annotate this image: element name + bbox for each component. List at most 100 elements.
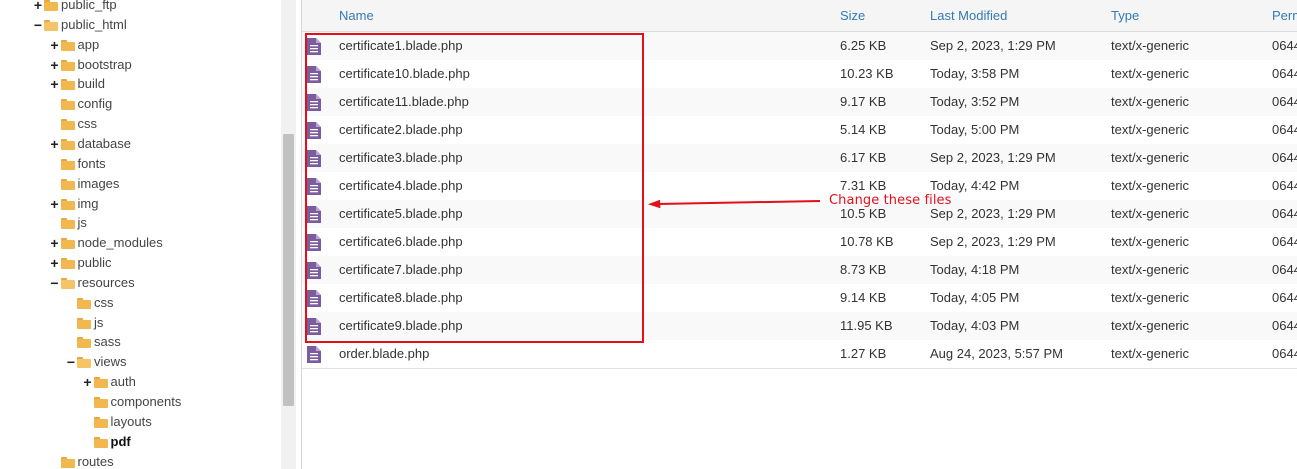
file-type: text/x-generic xyxy=(1111,234,1190,249)
file-permissions: 0644 xyxy=(1272,38,1297,53)
file-last-modified: Today, 3:52 PM xyxy=(930,94,1020,109)
table-header: Name Size Last Modified Type Permissions xyxy=(302,0,1297,32)
tree-item-database[interactable]: + database xyxy=(50,135,132,153)
tree-item-fonts[interactable]: fonts xyxy=(50,155,106,173)
tree-item-public-html[interactable]: − public_html xyxy=(33,16,127,34)
folder-icon xyxy=(60,178,75,190)
file-type: text/x-generic xyxy=(1111,38,1190,53)
annotation-label: Change these files xyxy=(829,193,952,208)
folder-open-icon xyxy=(77,357,91,369)
file-last-modified: Sep 2, 2023, 1:29 PM xyxy=(930,150,1056,165)
folder-icon xyxy=(60,59,75,71)
tree-item-label: database xyxy=(77,135,132,151)
file-last-modified: Today, 5:00 PM xyxy=(930,122,1020,137)
tree-item-label: js xyxy=(94,314,104,330)
folder-open-icon xyxy=(60,277,75,289)
expand-icon[interactable]: + xyxy=(50,195,60,213)
tree-item-css[interactable]: css xyxy=(66,294,114,312)
tree-item-resources[interactable]: − resources xyxy=(50,274,135,292)
collapse-icon[interactable]: − xyxy=(50,274,60,292)
file-last-modified: Today, 3:58 PM xyxy=(930,66,1020,81)
tree-item-sass[interactable]: sass xyxy=(66,333,121,351)
tree-item-css[interactable]: css xyxy=(50,115,97,133)
expand-icon[interactable]: + xyxy=(50,75,60,93)
folder-icon xyxy=(77,297,91,309)
tree-item-pdf[interactable]: pdf xyxy=(83,433,131,451)
column-header-permissions[interactable]: Permissions xyxy=(1272,0,1297,31)
tree-item-config[interactable]: config xyxy=(50,95,112,113)
file-permissions: 0644 xyxy=(1272,122,1297,137)
expand-icon[interactable]: + xyxy=(50,254,60,272)
expand-icon[interactable]: + xyxy=(83,373,93,391)
tree-item-bootstrap[interactable]: + bootstrap xyxy=(50,56,131,74)
expand-icon[interactable]: + xyxy=(50,56,60,74)
file-size: 10.78 KB xyxy=(840,234,894,249)
tree-item-label: images xyxy=(77,175,120,191)
file-manager: + public_ftp − public_html + app + bootstrap + bu… xyxy=(0,0,1297,469)
collapse-icon[interactable]: − xyxy=(66,353,76,371)
tree-item-label: img xyxy=(77,195,99,211)
file-type: text/x-generic xyxy=(1111,122,1190,137)
folder-icon xyxy=(60,39,75,51)
tree-item-routes[interactable]: routes xyxy=(50,453,114,469)
tree-item-label: resources xyxy=(77,274,135,290)
folder-icon xyxy=(93,377,108,389)
column-header-type[interactable]: Type xyxy=(1111,0,1139,31)
folder-icon xyxy=(93,416,108,428)
expand-icon[interactable]: + xyxy=(50,36,60,54)
tree-scrollbar[interactable] xyxy=(281,0,296,469)
tree-item-images[interactable]: images xyxy=(50,175,120,193)
file-permissions: 0644 xyxy=(1272,178,1297,193)
tree-scroll-thumb[interactable] xyxy=(283,134,294,406)
column-header-name[interactable]: Name xyxy=(339,0,374,31)
tree-item-label: css xyxy=(94,294,114,310)
tree-item-label: public_ftp xyxy=(61,0,117,12)
table-row[interactable]: order.blade.php 1.27 KB Aug 24, 2023, 5:57… xyxy=(302,340,1297,369)
folder-icon xyxy=(60,258,75,270)
tree-item-app[interactable]: + app xyxy=(50,36,99,54)
tree-item-js[interactable]: js xyxy=(66,314,103,332)
folder-open-icon xyxy=(44,19,58,31)
file-name: order.blade.php xyxy=(339,346,430,361)
folder-icon xyxy=(60,218,75,230)
file-size: 11.95 KB xyxy=(840,318,893,333)
tree-item-js[interactable]: js xyxy=(50,214,87,232)
folder-icon xyxy=(77,317,91,329)
expand-icon[interactable]: + xyxy=(50,234,60,252)
column-header-size[interactable]: Size xyxy=(840,0,865,31)
tree-item-public-ftp[interactable]: + public_ftp xyxy=(33,0,117,14)
tree-item-auth[interactable]: + auth xyxy=(83,373,135,391)
tree-item-public[interactable]: + public xyxy=(50,254,112,272)
collapse-icon[interactable]: − xyxy=(33,16,43,34)
file-last-modified: Today, 4:03 PM xyxy=(930,318,1020,333)
annotation-arrow xyxy=(648,199,821,209)
tree-item-label: js xyxy=(77,215,87,231)
file-last-modified: Aug 24, 2023, 5:57 PM xyxy=(930,346,1063,361)
folder-icon xyxy=(60,198,75,210)
file-icon xyxy=(307,346,321,363)
file-permissions: 0644 xyxy=(1272,234,1297,249)
expand-icon[interactable]: + xyxy=(33,0,43,14)
expand-icon[interactable]: + xyxy=(50,135,60,153)
file-permissions: 0644 xyxy=(1272,290,1297,305)
folder-icon xyxy=(60,138,75,150)
tree-item-label: public xyxy=(77,255,112,271)
tree-item-label: node_modules xyxy=(77,235,163,251)
tree-item-label: fonts xyxy=(77,155,106,171)
tree-item-views[interactable]: − views xyxy=(66,353,127,371)
column-header-last-modified[interactable]: Last Modified xyxy=(930,0,1007,31)
highlight-box xyxy=(305,33,644,343)
tree-item-layouts[interactable]: layouts xyxy=(83,413,152,431)
tree-item-build[interactable]: + build xyxy=(50,75,105,93)
tree-item-label: public_html xyxy=(61,16,127,32)
folder-icon xyxy=(60,238,75,250)
folder-icon xyxy=(60,79,75,91)
file-size: 9.14 KB xyxy=(840,290,887,305)
tree-item-node-modules[interactable]: + node_modules xyxy=(50,234,163,252)
tree-item-label: views xyxy=(94,354,127,370)
file-type: text/x-generic xyxy=(1111,290,1190,305)
tree-item-img[interactable]: + img xyxy=(50,195,99,213)
file-permissions: 0644 xyxy=(1272,206,1297,221)
file-size: 6.17 KB xyxy=(840,150,887,165)
tree-item-components[interactable]: components xyxy=(83,393,181,411)
